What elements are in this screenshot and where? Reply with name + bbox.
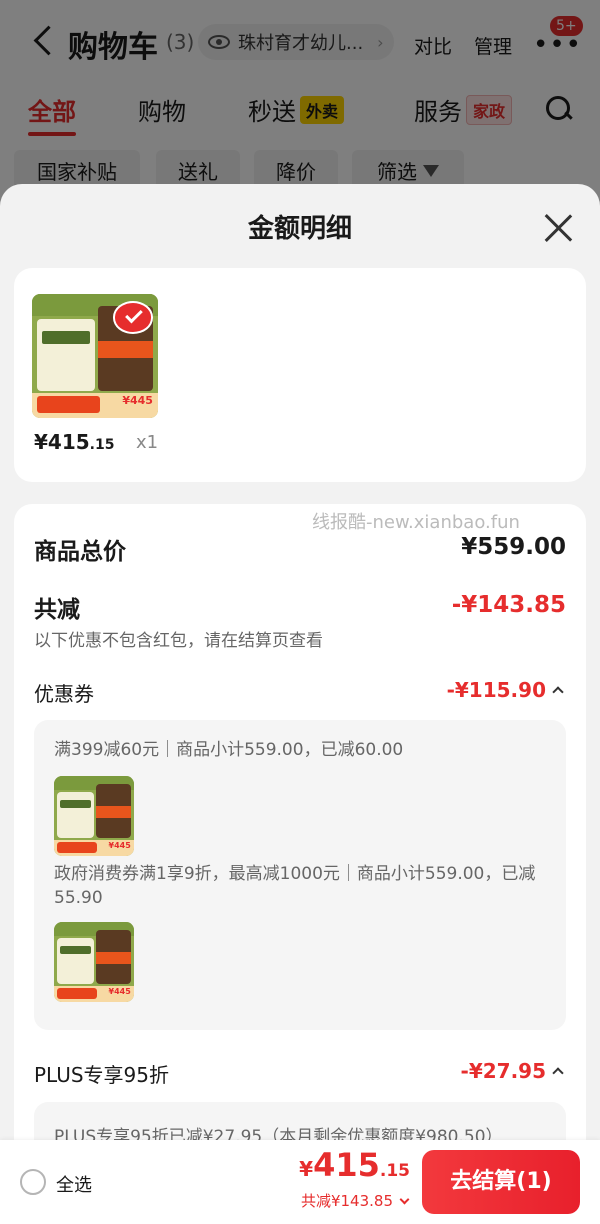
sheet-title: 金额明细 xyxy=(247,214,352,244)
select-all-label[interactable]: 全选 xyxy=(56,1171,92,1197)
discount-label: 共减 xyxy=(34,597,80,623)
coupon-product-thumbnail: ¥445 xyxy=(54,922,134,1002)
coupon-value[interactable]: -¥115.90 xyxy=(447,678,564,702)
total-discount[interactable]: 共减¥143.85 xyxy=(301,1190,410,1211)
chevron-up-icon xyxy=(552,1067,564,1079)
product-price: ¥415.15 xyxy=(34,430,115,454)
checkout-bar: 全选 ¥415.15 共减¥143.85 去结算(1) xyxy=(0,1140,600,1224)
plus-label: PLUS专享95折 xyxy=(34,1063,169,1087)
thumbnail-price: ¥445 xyxy=(108,840,131,850)
thumbnail-price: ¥445 xyxy=(108,986,131,996)
amount-detail-sheet: 金额明细 ¥445 ¥415.15 x1 线报酷-new.xianbao.fun… xyxy=(0,184,600,1224)
watermark: 线报酷-new.xianbao.fun xyxy=(312,512,520,533)
coupon-line: 满399减60元｜商品小计559.00，已减60.00 xyxy=(54,740,404,760)
subtotal-value: ¥559.00 xyxy=(461,534,566,560)
plus-value[interactable]: -¥27.95 xyxy=(461,1059,564,1083)
coupon-line: 政府消费券满1享9折，最高减1000元｜商品小计559.00，已减55.90 xyxy=(54,864,536,908)
product-thumbnail[interactable]: ¥445 xyxy=(32,294,158,418)
price-detail-card: 线报酷-new.xianbao.fun 商品总价 ¥559.00 共减 -¥14… xyxy=(14,504,586,1224)
total-price: ¥415.15 xyxy=(299,1146,410,1184)
thumbnail-price: ¥445 xyxy=(122,394,153,408)
discount-note: 以下优惠不包含红包，请在结算页查看 xyxy=(34,631,323,651)
chevron-down-icon xyxy=(399,1194,410,1205)
coupon-details: 满399减60元｜商品小计559.00，已减60.00 ¥445 政府消费券满1… xyxy=(34,720,566,1030)
product-quantity: x1 xyxy=(136,432,159,453)
coupon-label: 优惠券 xyxy=(34,682,94,706)
checkout-button[interactable]: 去结算(1) xyxy=(422,1150,580,1214)
select-all-checkbox[interactable] xyxy=(20,1169,46,1195)
product-card: ¥445 ¥415.15 x1 xyxy=(14,268,586,482)
close-icon[interactable] xyxy=(542,212,574,244)
chevron-up-icon xyxy=(552,686,564,698)
coupon-product-thumbnail: ¥445 xyxy=(54,776,134,856)
selected-check-icon xyxy=(112,301,153,334)
subtotal-label: 商品总价 xyxy=(34,539,126,565)
discount-value: -¥143.85 xyxy=(451,592,566,618)
